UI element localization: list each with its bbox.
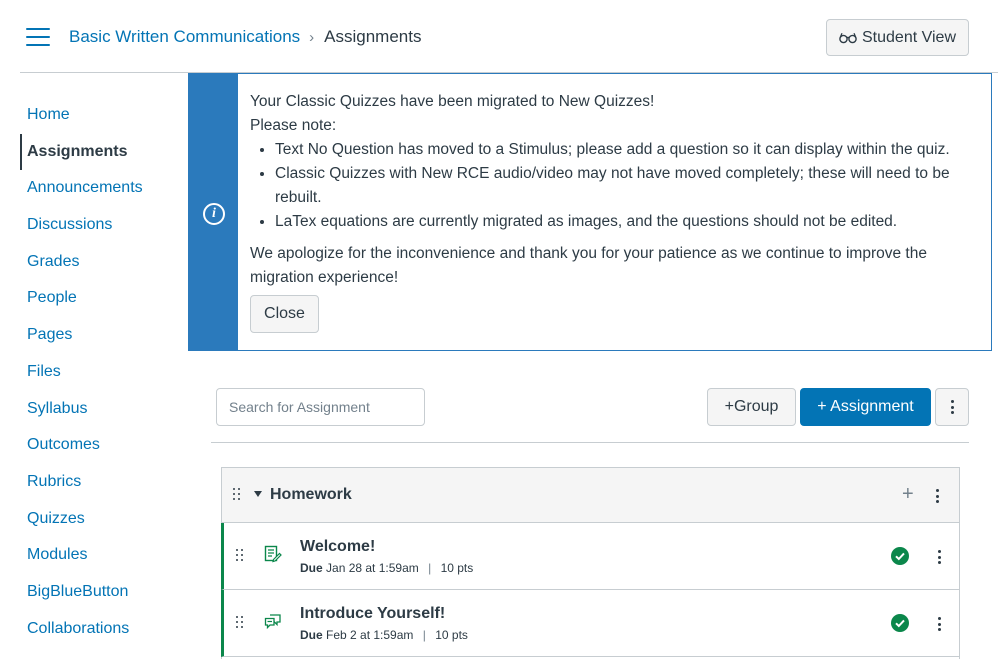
alert-bullet-list: Text No Question has moved to a Stimulus… [275,138,980,234]
kebab-menu-icon [950,400,954,414]
assignment-group: Homework + Welcome! Due Jan 28 at 1:59am… [221,467,960,659]
assignment-meta: Due Feb 2 at 1:59am | 10 pts [300,628,468,642]
hamburger-menu-icon[interactable] [26,28,50,48]
assignment-kebab-menu-icon[interactable] [937,617,941,631]
points: 10 pts [435,628,468,642]
sidebar-item-files[interactable]: Files [20,354,188,391]
due-label: Due [300,561,323,575]
drag-handle-icon[interactable] [236,616,244,630]
alert-closing-text: We apologize for the inconvenience and t… [250,245,927,286]
collapse-caret-icon[interactable] [254,491,262,497]
meta-separator: | [422,628,426,642]
assignment-row[interactable]: Introduce Yourself! Due Feb 2 at 1:59am … [221,590,959,657]
student-view-button[interactable]: Student View [826,19,969,56]
sidebar-item-quizzes[interactable]: Quizzes [20,501,188,538]
add-assignment-button[interactable]: + Assignment [800,388,931,426]
sidebar-item-discussions[interactable]: Discussions [20,207,188,244]
alert-sidebar: i [189,74,238,350]
sidebar-item-pages[interactable]: Pages [20,317,188,354]
published-check-icon[interactable] [891,547,909,565]
discussion-icon [264,614,281,630]
sidebar-item-rubrics[interactable]: Rubrics [20,464,188,501]
due-label: Due [300,628,323,642]
sidebar-item-outcomes[interactable]: Outcomes [20,427,188,464]
breadcrumb: Basic Written Communications › Assignmen… [69,27,421,47]
breadcrumb-current-page: Assignments [324,27,422,46]
glasses-icon [839,32,857,43]
due-date: Jan 28 at 1:59am [326,561,419,575]
sidebar-item-grades[interactable]: Grades [20,244,188,281]
breadcrumb-course-link[interactable]: Basic Written Communications [69,27,300,47]
alert-bullet: LaTex equations are currently migrated a… [275,210,980,234]
add-to-group-icon[interactable]: + [902,484,914,504]
drag-handle-icon[interactable] [233,488,241,502]
assignment-title-link[interactable]: Welcome! [300,538,375,556]
student-view-label: Student View [862,28,956,46]
assignment-group-title: Homework [270,486,352,503]
assignment-meta: Due Jan 28 at 1:59am | 10 pts [300,561,473,575]
drag-handle-icon[interactable] [236,549,244,563]
sidebar-item-assignments[interactable]: Assignments [20,133,188,171]
quiz-migration-alert: i Your Classic Quizzes have been migrate… [188,73,992,351]
assignment-icon [264,545,282,563]
sidebar-item-modules[interactable]: Modules [20,537,188,574]
course-header: Basic Written Communications › Assignmen… [0,0,998,73]
sidebar-item-people[interactable]: People [20,280,188,317]
breadcrumb-separator-icon: › [309,28,315,46]
sidebar-item-home[interactable]: Home [20,97,188,134]
due-date: Feb 2 at 1:59am [326,628,414,642]
alert-message: Your Classic Quizzes have been migrated … [250,90,980,333]
info-icon: i [203,203,225,225]
search-assignment-input[interactable] [216,388,425,426]
assignment-row[interactable]: Welcome! Due Jan 28 at 1:59am | 10 pts [221,523,959,590]
sidebar-item-collaborations[interactable]: Collaborations [20,611,188,648]
assignments-settings-button[interactable] [935,388,969,426]
assignment-title-link[interactable]: Introduce Yourself! [300,605,445,623]
alert-close-button[interactable]: Close [250,295,319,333]
sidebar-item-announcements[interactable]: Announcements [20,170,188,207]
add-group-button[interactable]: +Group [707,388,796,426]
assignment-kebab-menu-icon[interactable] [937,550,941,564]
published-check-icon[interactable] [891,614,909,632]
course-navigation: Home Assignments Announcements Discussio… [20,97,188,647]
points: 10 pts [440,561,474,575]
alert-bullet: Classic Quizzes with New RCE audio/video… [275,162,980,210]
sidebar-item-syllabus[interactable]: Syllabus [20,391,188,428]
assignment-group-header[interactable]: Homework + [222,468,959,523]
alert-note-label: Please note: [250,117,337,134]
toolbar-divider [211,442,969,443]
meta-separator: | [428,561,432,575]
group-kebab-menu-icon[interactable] [935,489,939,503]
alert-headline: Your Classic Quizzes have been migrated … [250,93,655,110]
sidebar-item-bigbluebutton[interactable]: BigBlueButton [20,574,188,611]
alert-bullet: Text No Question has moved to a Stimulus… [275,138,980,162]
